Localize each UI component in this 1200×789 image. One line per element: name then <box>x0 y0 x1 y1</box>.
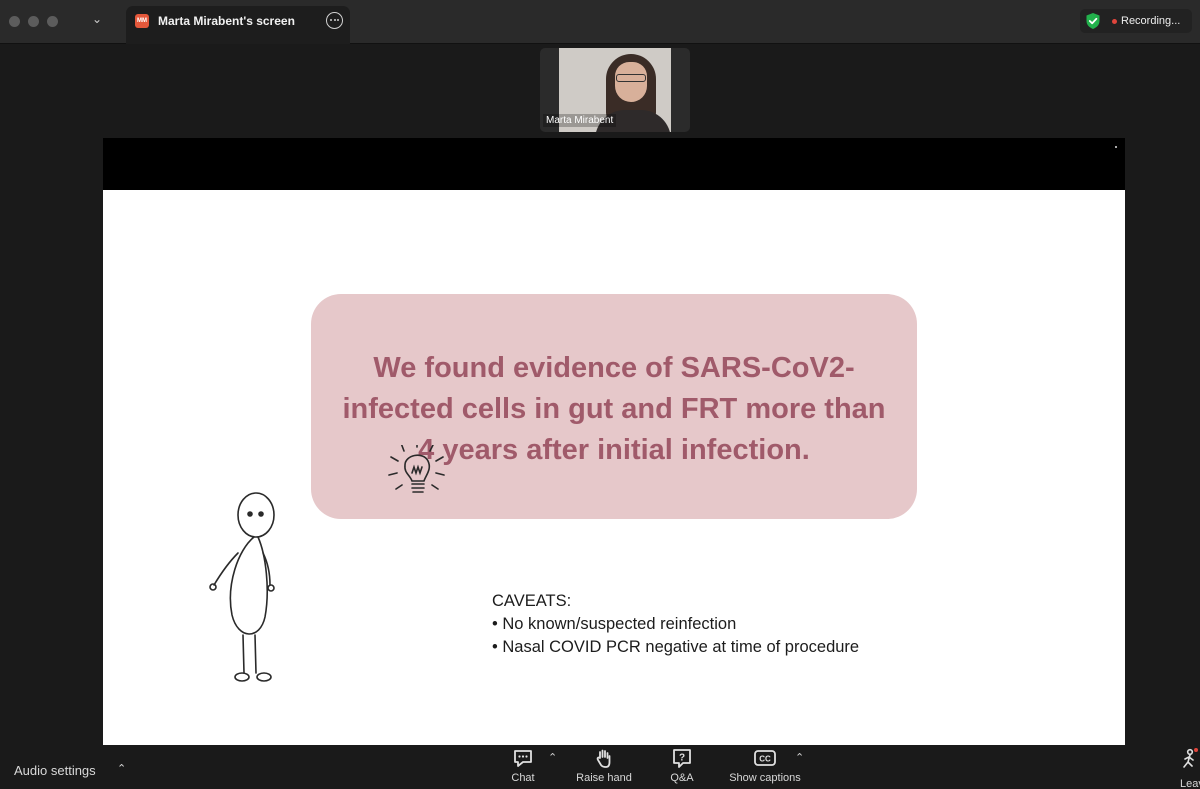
headline-line: infected cells in gut and FRT more than <box>342 393 886 425</box>
share-indicator-dot <box>1115 146 1117 148</box>
speaker-video-tile[interactable]: Marta Mirabent <box>540 48 690 132</box>
speaker-name: Marta Mirabent <box>543 114 617 127</box>
presentation-slide: We found evidence of SARS-CoV2- infected… <box>103 190 1125 745</box>
raise-hand-label: Raise hand <box>576 772 632 784</box>
window-maximize-button[interactable] <box>47 16 58 27</box>
caveat-item: • No known/suspected reinfection <box>492 615 737 633</box>
chevron-down-icon[interactable]: ⌄ <box>92 12 102 26</box>
svg-text:?: ? <box>679 753 685 764</box>
chat-bubble-icon <box>514 750 532 767</box>
qa-label: Q&A <box>670 772 694 784</box>
chevron-up-icon[interactable]: ⌃ <box>548 751 557 764</box>
svg-text:CC: CC <box>759 755 771 764</box>
show-captions-label: Show captions <box>729 772 801 784</box>
app-icon: MM <box>135 14 149 28</box>
chevron-up-icon[interactable]: ⌃ <box>117 762 126 775</box>
leave-icon <box>1183 748 1198 768</box>
leave-button[interactable]: Leave <box>1178 747 1200 789</box>
caveats-block: CAVEATS: • No known/suspected reinfectio… <box>492 590 922 659</box>
qa-button[interactable]: ? Q&A <box>662 747 702 784</box>
screen-share-tab[interactable]: MM Marta Mirabent's screen <box>126 6 350 44</box>
audio-settings-button[interactable]: Audio settings <box>14 763 96 778</box>
recording-label: Recording... <box>1121 15 1181 27</box>
leave-label: Leave <box>1180 778 1200 789</box>
show-captions-button[interactable]: CC Show captions <box>724 747 806 784</box>
window-close-button[interactable] <box>9 16 20 27</box>
meeting-toolbar: Audio settings ⌃ Chat ⌃ Raise hand ? Q&A… <box>0 745 1200 789</box>
stick-figure-illustration <box>209 445 445 682</box>
chat-label: Chat <box>511 772 535 784</box>
headline-line: We found evidence of SARS-CoV2- <box>373 352 855 384</box>
caveats-title: CAVEATS: <box>492 592 572 610</box>
recording-dot <box>1112 19 1117 24</box>
raise-hand-button[interactable]: Raise hand <box>573 747 635 784</box>
question-icon: ? <box>673 749 691 768</box>
shield-check-icon <box>1086 13 1100 29</box>
hand-icon <box>596 749 611 768</box>
caveat-item: • Nasal COVID PCR negative at time of pr… <box>492 638 860 656</box>
cc-icon: CC <box>754 750 776 766</box>
title-bar: ⌄ MM Marta Mirabent's screen Recording..… <box>0 0 1200 44</box>
window-minimize-button[interactable] <box>28 16 39 27</box>
chat-button[interactable]: Chat <box>503 747 543 784</box>
recording-indicator[interactable]: Recording... <box>1080 9 1192 33</box>
tab-title: Marta Mirabent's screen <box>158 14 295 28</box>
more-options-icon[interactable] <box>326 12 343 29</box>
chevron-up-icon[interactable]: ⌃ <box>795 751 804 764</box>
